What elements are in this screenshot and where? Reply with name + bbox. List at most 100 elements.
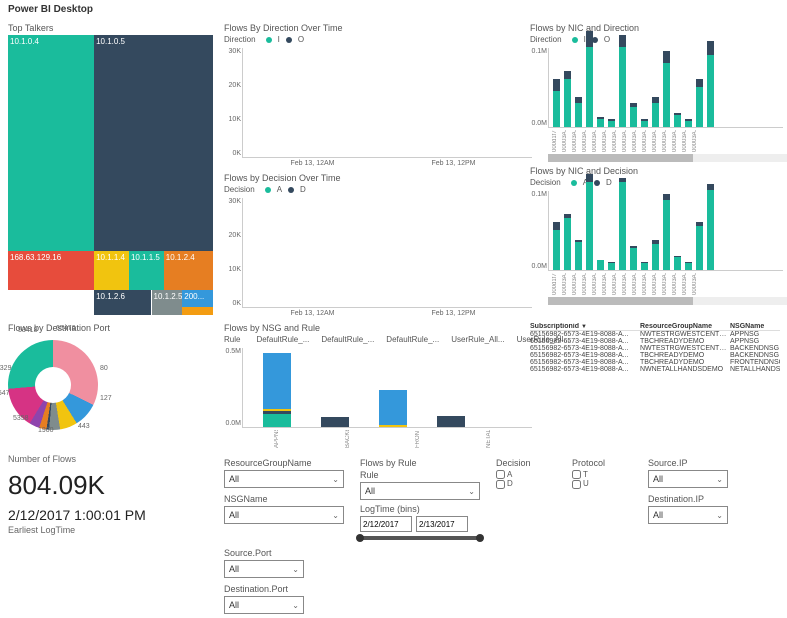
bar[interactable]: [685, 119, 692, 127]
table-row[interactable]: 65156982-6573-4E19-8088-A...TBCHREADYDEM…: [530, 338, 780, 345]
flows-direction-chart[interactable]: 30K20K10K0K: [242, 48, 532, 158]
kpi-date-label: Earliest LogTime: [8, 525, 218, 535]
protocol-opt-u[interactable]: U: [572, 479, 632, 488]
dot-icon: [572, 37, 578, 43]
bar[interactable]: [641, 262, 648, 270]
panel-kpi: Number of Flows 804.09K 2/12/2017 1:00:0…: [8, 454, 218, 614]
bar[interactable]: [564, 214, 571, 270]
treemap-cell[interactable]: 10.1.1.5: [129, 251, 164, 290]
treemap-cell[interactable]: 10.1.0.4: [8, 35, 94, 251]
scrollbar-thumb[interactable]: [548, 154, 693, 162]
treemap-cell[interactable]: 10.1.2.5: [152, 290, 183, 315]
bar[interactable]: [630, 246, 637, 270]
bar[interactable]: [597, 117, 604, 127]
treemap-cell[interactable]: 10.1.2.4: [164, 251, 213, 290]
flows-direction-title: Flows By Direction Over Time: [224, 23, 524, 33]
bar[interactable]: [379, 390, 407, 427]
flows-nic-dir-chart[interactable]: 0.1M0.0M: [548, 48, 783, 128]
treemap-cell[interactable]: 168.63.129.16: [8, 251, 94, 290]
flows-direction-legend: Direction I O: [224, 35, 524, 44]
panel-dest-port: Flows by Destination Port 65476801274431…: [8, 323, 218, 448]
treemap-cell[interactable]: 200...: [182, 290, 213, 307]
scrollbar[interactable]: [548, 154, 787, 162]
decision-opt-a[interactable]: A: [496, 470, 556, 479]
table-row[interactable]: 65156982-6573-4E19-8088-A...NWTESTRGWEST…: [530, 345, 780, 352]
rule-dropdown[interactable]: All⌄: [360, 482, 480, 500]
bar[interactable]: [619, 35, 626, 127]
subscription-table[interactable]: Subscriptionid ▼ ResourceGroupName NSGNa…: [530, 323, 780, 373]
bar[interactable]: [608, 119, 615, 127]
nsg-rule-chart[interactable]: 0.5M0.0M: [242, 348, 532, 428]
bar[interactable]: [707, 41, 714, 127]
treemap-cell[interactable]: 10.1.2.6: [94, 290, 151, 315]
bar[interactable]: [575, 97, 582, 127]
treemap-cell[interactable]: 10.1.0.5: [94, 35, 213, 251]
protocol-opt-t[interactable]: T: [572, 470, 632, 479]
bar[interactable]: [608, 262, 615, 270]
bar[interactable]: [553, 79, 560, 127]
logtime-to-input[interactable]: [416, 516, 468, 532]
src-ip-dropdown[interactable]: All⌄: [648, 470, 728, 488]
bar[interactable]: [586, 174, 593, 270]
kpi-date: 2/12/2017 1:00:01 PM: [8, 507, 218, 523]
bar[interactable]: [263, 353, 291, 427]
chevron-down-icon: ⌄: [292, 565, 299, 574]
bar[interactable]: [663, 194, 670, 270]
dst-ip-dropdown[interactable]: All⌄: [648, 506, 728, 524]
bar[interactable]: [575, 240, 582, 270]
bar[interactable]: [553, 222, 560, 270]
src-port-dropdown[interactable]: All⌄: [224, 560, 304, 578]
bar[interactable]: [564, 71, 571, 127]
chevron-down-icon: ⌄: [716, 511, 723, 520]
bar[interactable]: [641, 119, 648, 127]
scrollbar-thumb[interactable]: [548, 297, 693, 305]
bar[interactable]: [674, 113, 681, 127]
bar[interactable]: [597, 260, 604, 270]
flows-decision-chart[interactable]: 30K20K10K0K: [242, 198, 532, 308]
bar[interactable]: [663, 51, 670, 127]
logtime-from-input[interactable]: [360, 516, 412, 532]
scrollbar[interactable]: [548, 297, 787, 305]
bar[interactable]: [674, 256, 681, 270]
bar[interactable]: [685, 262, 692, 270]
bar[interactable]: [619, 178, 626, 270]
slicer-protocol: Protocol T U: [572, 458, 632, 540]
table-header: Subscriptionid ▼ ResourceGroupName NSGNa…: [530, 323, 780, 331]
treemap-cell[interactable]: 10.1.1.4: [94, 251, 129, 290]
bar[interactable]: [652, 240, 659, 270]
nsg-dropdown[interactable]: All⌄: [224, 506, 344, 524]
table-row[interactable]: 65156982-6573-4E19-8088-A...NWTESTRGWEST…: [530, 331, 780, 338]
bar[interactable]: [652, 97, 659, 127]
panel-top-talkers: Top Talkers 10.1.0.410.1.0.5168.63.129.1…: [8, 23, 218, 317]
chevron-down-icon: ⌄: [292, 601, 299, 610]
panel-table: Subscriptionid ▼ ResourceGroupName NSGNa…: [530, 323, 787, 448]
slicers: ResourceGroupName All⌄ NSGName All⌄ Flow…: [224, 458, 787, 614]
logtime-slider[interactable]: [360, 536, 480, 540]
bar[interactable]: [630, 103, 637, 127]
panel-nsg-rule: Flows by NSG and Rule Rule DefaultRule_.…: [224, 323, 524, 448]
panel-flows-nic: Flows by NIC and Direction Direction I O…: [530, 23, 787, 317]
slicer-src-ip: Source.IP All⌄ Destination.IP All⌄: [648, 458, 728, 540]
resource-group-dropdown[interactable]: All⌄: [224, 470, 344, 488]
bar[interactable]: [696, 222, 703, 270]
slicer-resource-group: ResourceGroupName All⌄ NSGName All⌄: [224, 458, 344, 540]
bar[interactable]: [321, 417, 349, 427]
table-row[interactable]: 65156982-6573-4E19-8088-A...NWNETALLHAND…: [530, 366, 780, 373]
table-row[interactable]: 65156982-6573-4E19-8088-A...TBCHREADYDEM…: [530, 359, 780, 366]
bar[interactable]: [707, 184, 714, 270]
dest-port-title: Flows by Destination Port: [8, 323, 218, 333]
dot-icon: [571, 180, 577, 186]
app-title: Power BI Desktop: [0, 0, 787, 19]
dot-icon: [286, 37, 292, 43]
sort-desc-icon[interactable]: ▼: [581, 324, 587, 330]
flows-nic-dec-chart[interactable]: 0.1M0.0M: [548, 191, 783, 271]
dst-port-dropdown[interactable]: All⌄: [224, 596, 304, 614]
treemap-cell[interactable]: [182, 307, 213, 315]
table-row[interactable]: 65156982-6573-4E19-8088-A...TBCHREADYDEM…: [530, 352, 780, 359]
decision-opt-d[interactable]: D: [496, 479, 556, 488]
treemap[interactable]: 10.1.0.410.1.0.5168.63.129.1610.1.1.410.…: [8, 35, 213, 315]
bar[interactable]: [586, 31, 593, 127]
bar[interactable]: [696, 79, 703, 127]
flows-nic-dir-title: Flows by NIC and Direction: [530, 23, 787, 33]
bar[interactable]: [437, 416, 465, 427]
